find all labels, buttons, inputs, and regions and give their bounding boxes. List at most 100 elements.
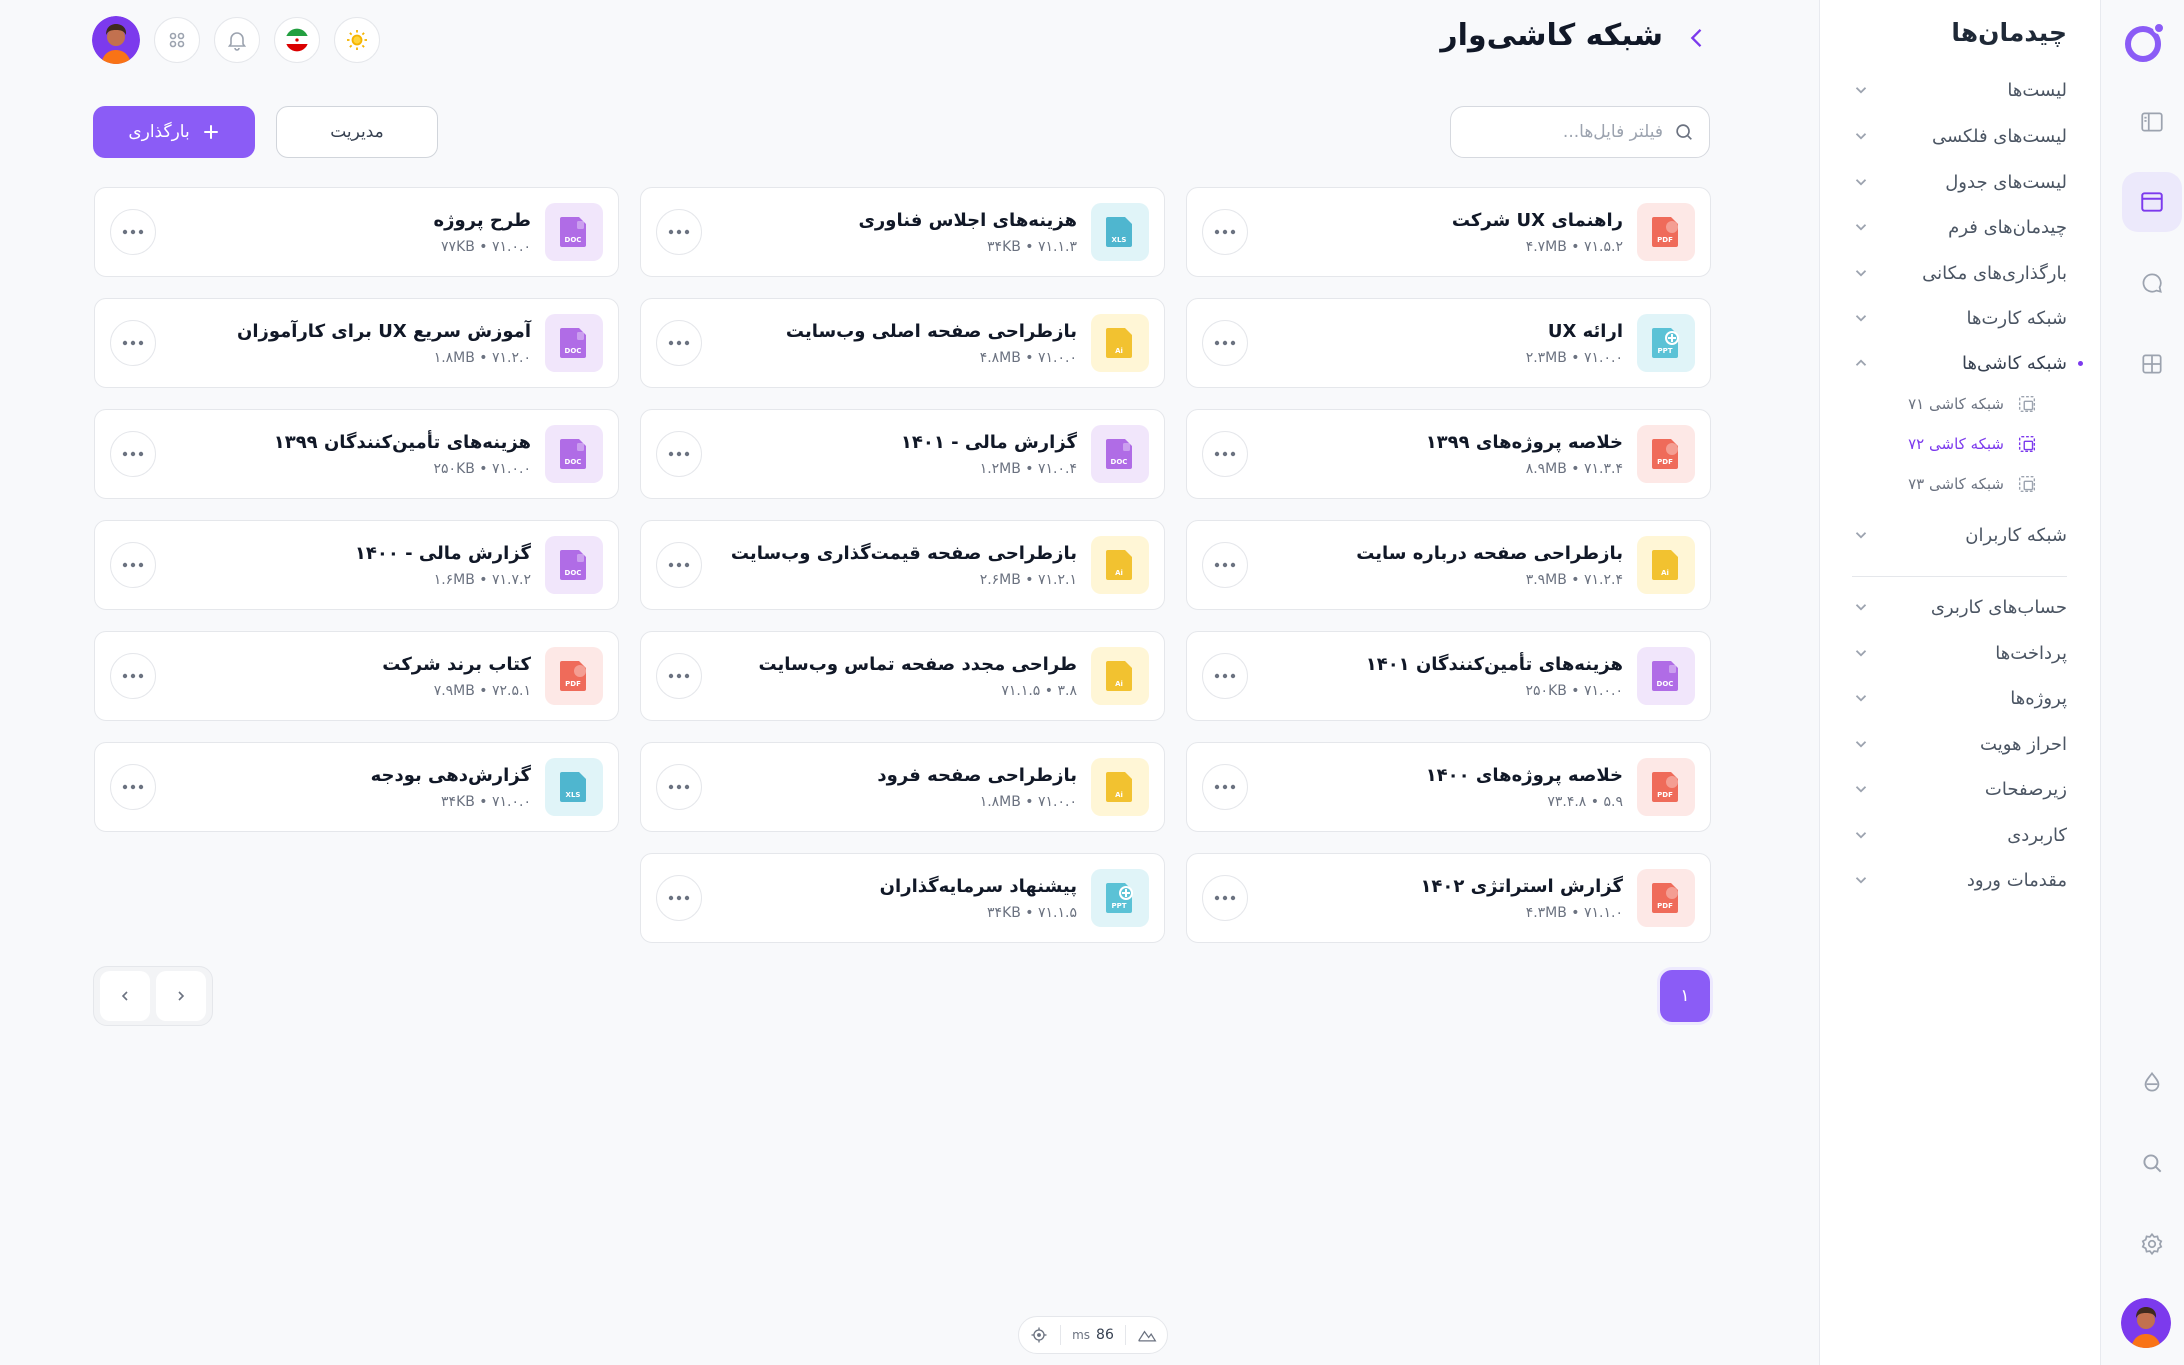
more-options-button[interactable] (110, 209, 156, 255)
more-options-button[interactable] (1202, 320, 1248, 366)
file-card[interactable]: Ai بازطراحی صفحه اصلی وب‌سایت ۴.۸MB • ۷۱.۰… (640, 298, 1165, 388)
sidebar-item-label: شبکه کارت‌ها (1966, 307, 2068, 329)
search-box[interactable] (1450, 106, 1710, 158)
file-card[interactable]: PDF راهنمای UX شرکت ۴.۷MB • ۷۱.۵.۲ (1186, 187, 1711, 277)
sidebar-item-utilities[interactable]: کاربردی (1852, 815, 2067, 855)
file-card[interactable]: DOC هزینه‌های تأمین‌کنندگان ۱۴۰۱ ۲۵۰KB • ۷… (1186, 631, 1711, 721)
more-options-button[interactable] (1202, 875, 1248, 921)
rail-avatar[interactable] (2121, 1298, 2171, 1348)
more-options-button[interactable] (110, 764, 156, 810)
more-options-button[interactable] (656, 431, 702, 477)
sidebar-item-table-lists[interactable]: لیست‌های جدول (1852, 162, 2067, 202)
rail-chat-icon[interactable] (2122, 253, 2182, 313)
file-card[interactable]: Ai بازطراحی صفحه فرود ۱.۸MB • ۷۱.۰.۰ (640, 742, 1165, 832)
sidebar-item-tile-grid[interactable]: شبکه کاشی‌ها (1852, 343, 2083, 383)
file-card[interactable]: PDF خلاصه پروژه‌های ۱۳۹۹ ۸.۹MB • ۷۱.۳.۴ (1186, 409, 1711, 499)
sidebar-item-form-layouts[interactable]: چیدمان‌های فرم (1852, 207, 2067, 247)
sidebar-item-subpages[interactable]: زیرصفحات (1852, 769, 2067, 809)
prev-page-button[interactable] (100, 971, 150, 1021)
file-name: هزینه‌های تأمین‌کنندگان ۱۳۹۹ (273, 431, 531, 453)
more-horizontal-icon (668, 562, 690, 568)
file-card[interactable]: DOC گزارش مالی - ۱۴۰۰ ۱.۶MB • ۷۱.۷.۲ (94, 520, 619, 610)
ai-file-icon: Ai (1637, 536, 1695, 594)
apps-button[interactable] (154, 17, 200, 63)
more-options-button[interactable] (656, 542, 702, 588)
sidebar-item-projects[interactable]: پروژه‌ها (1852, 678, 2067, 718)
file-card[interactable]: XLS هزینه‌های اجلاس فناوری ۳۴KB • ۷۱.۱.۳ (640, 187, 1165, 277)
file-card[interactable]: PDF کتاب برند شرکت ۷.۹MB • ۷۲.۵.۱ (94, 631, 619, 721)
file-meta: ۱.۶MB • ۷۱.۷.۲ (433, 571, 531, 588)
more-options-button[interactable] (110, 653, 156, 699)
file-name: هزینه‌های تأمین‌کنندگان ۱۴۰۱ (1365, 653, 1623, 675)
sidebar-item-flex-lists[interactable]: لیست‌های فلکسی (1852, 116, 2067, 156)
more-options-button[interactable] (656, 875, 702, 921)
file-info: خلاصه پروژه‌های ۱۳۹۹ ۸.۹MB • ۷۱.۳.۴ (1248, 432, 1623, 477)
rail-settings-icon[interactable] (2122, 1214, 2182, 1274)
more-horizontal-icon (1214, 340, 1236, 346)
page-number-button[interactable]: ۱ (1660, 970, 1710, 1022)
notifications-button[interactable] (214, 17, 260, 63)
search-icon (1676, 124, 1692, 140)
chevron-right-icon (178, 991, 185, 1001)
more-options-button[interactable] (656, 653, 702, 699)
more-options-button[interactable] (110, 431, 156, 477)
doc-file-icon: DOC (1637, 647, 1695, 705)
more-options-button[interactable] (110, 320, 156, 366)
sidebar-item-login[interactable]: مقدمات ورود (1852, 860, 2067, 900)
more-options-button[interactable] (656, 764, 702, 810)
file-card[interactable]: PPT پیشنهاد سرمایه‌گذاران ۳۴KB • ۷۱.۱.۵ (640, 853, 1165, 943)
file-info: طرح پروژه ۷۷KB • ۷۱.۰.۰ (156, 210, 531, 255)
more-options-button[interactable] (656, 320, 702, 366)
search-input[interactable] (1473, 122, 1663, 142)
rail-drop-icon[interactable] (2122, 1052, 2182, 1112)
next-page-button[interactable] (156, 971, 206, 1021)
sidebar-item-lists[interactable]: لیست‌ها (1852, 70, 2067, 110)
file-card[interactable]: Ai بازطراحی صفحه درباره سایت ۳.۹MB • ۷۱.۲.… (1186, 520, 1711, 610)
sidebar-subitem-tile-71[interactable]: شبکه کاشی ۷۱ (1878, 387, 2038, 421)
file-card[interactable]: PDF خلاصه پروژه‌های ۱۴۰۰ ۵.۹ • ۷۳.۴.۸ (1186, 742, 1711, 832)
sidebar-item-accounts[interactable]: حساب‌های کاربری (1852, 587, 2067, 627)
theme-toggle-button[interactable] (334, 17, 380, 63)
file-card[interactable]: PDF گزارش استراتژی ۱۴۰۲ ۴.۳MB • ۷۱.۱.۰ (1186, 853, 1711, 943)
sidebar-item-location-uploads[interactable]: بارگذاری‌های مکانی (1852, 253, 2067, 293)
sidebar-subitem-tile-73[interactable]: شبکه کاشی ۷۳ (1878, 467, 2038, 501)
sidebar-item-label: حساب‌های کاربری (1930, 596, 2067, 618)
file-card[interactable]: DOC طرح پروژه ۷۷KB • ۷۱.۰.۰ (94, 187, 619, 277)
svg-text:PPT: PPT (1657, 347, 1672, 355)
chevron-right-icon[interactable] (1683, 24, 1711, 52)
sidebar-item-payments[interactable]: پرداخت‌ها (1852, 633, 2067, 673)
more-options-button[interactable] (1202, 542, 1248, 588)
file-card[interactable]: DOC هزینه‌های تأمین‌کنندگان ۱۳۹۹ ۲۵۰KB • ۷… (94, 409, 619, 499)
more-horizontal-icon (122, 673, 144, 679)
ppt-file-icon: PPT (1091, 869, 1149, 927)
upload-button[interactable]: بارگذاری (93, 106, 255, 158)
svg-text:Ai: Ai (1115, 569, 1123, 577)
file-card[interactable]: XLS گزارش‌دهی بودجه ۳۴KB • ۷۱.۰.۰ (94, 742, 619, 832)
more-options-button[interactable] (1202, 764, 1248, 810)
sidebar-item-card-grid[interactable]: شبکه کارت‌ها (1852, 298, 2067, 338)
manage-button[interactable]: مدیریت (276, 106, 438, 158)
sidebar-subitem-tile-72[interactable]: شبکه کاشی ۷۲ (1878, 427, 2038, 461)
file-card[interactable]: Ai بازطراحی صفحه قیمت‌گذاری وب‌سایت ۲.۶MB … (640, 520, 1165, 610)
rail-search-icon[interactable] (2122, 1133, 2182, 1193)
sidebar-item-auth[interactable]: احراز هویت (1852, 724, 2067, 764)
target-icon[interactable] (1029, 1325, 1049, 1345)
sidebar-item-user-grid[interactable]: شبکه کاربران (1852, 515, 2067, 555)
file-card[interactable]: DOC گزارش مالی - ۱۴۰۱ ۱.۲MB • ۷۱.۰.۴ (640, 409, 1165, 499)
language-button[interactable] (274, 17, 320, 63)
chevron-down-icon (1855, 224, 1867, 231)
file-card[interactable]: Ai طراحی مجدد صفحه تماس وب‌سایت ۳.۸ • ۷۱.۱… (640, 631, 1165, 721)
more-options-button[interactable] (1202, 431, 1248, 477)
rail-grid-icon[interactable] (2122, 334, 2182, 394)
rail-sidebar-icon[interactable] (2122, 92, 2182, 152)
more-options-button[interactable] (110, 542, 156, 588)
rail-layouts-icon[interactable] (2122, 172, 2182, 232)
more-options-button[interactable] (1202, 209, 1248, 255)
file-card[interactable]: DOC آموزش سریع UX برای کارآموزان ۱.۸MB • ۷… (94, 298, 619, 388)
more-options-button[interactable] (1202, 653, 1248, 699)
file-card[interactable]: PPT ارائه UX ۲.۳MB • ۷۱.۰.۰ (1186, 298, 1711, 388)
file-info: گزارش استراتژی ۱۴۰۲ ۴.۳MB • ۷۱.۱.۰ (1248, 876, 1623, 921)
avatar[interactable] (92, 16, 140, 64)
file-name: بازطراحی صفحه درباره سایت (1356, 542, 1623, 564)
more-options-button[interactable] (656, 209, 702, 255)
